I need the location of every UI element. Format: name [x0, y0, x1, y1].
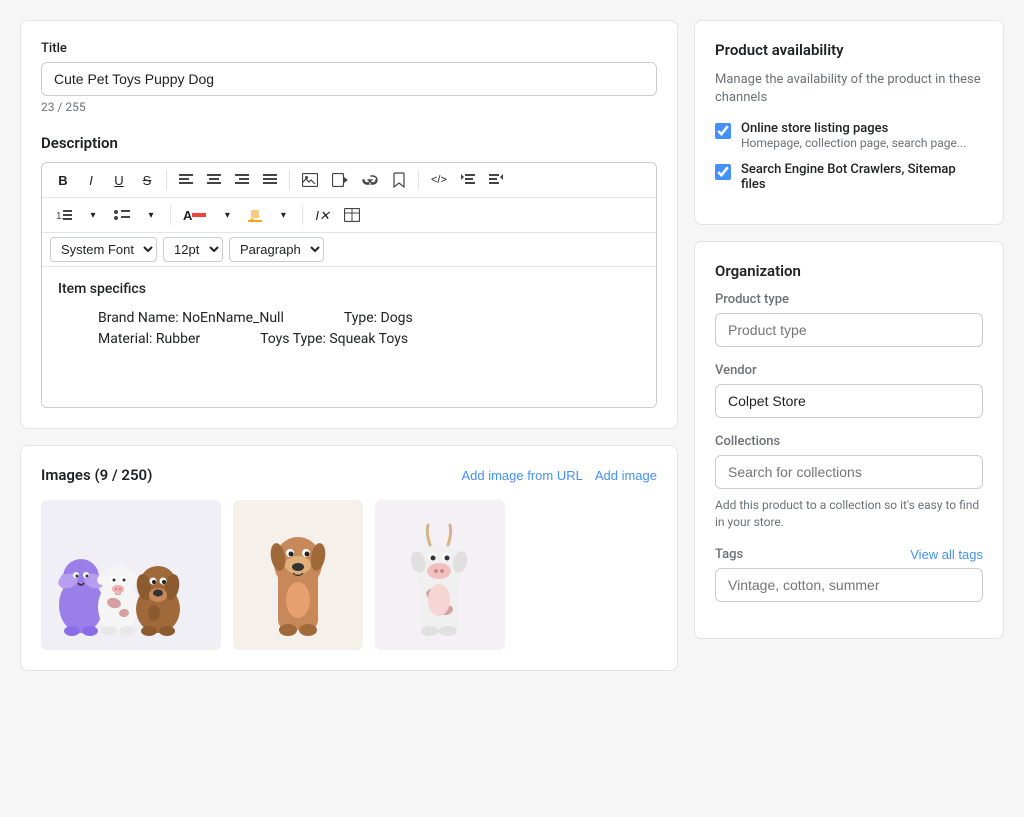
title-input[interactable]: [41, 62, 657, 96]
collections-label: Collections: [715, 434, 983, 449]
search-engine-label-group: Search Engine Bot Crawlers, Sitemap file…: [741, 162, 983, 192]
toolbar-divider-1: [166, 170, 167, 190]
images-header: Images (9 / 250) Add image from URL Add …: [41, 466, 657, 484]
strikethrough-button[interactable]: S: [134, 167, 160, 193]
online-store-label-group: Online store listing pages Homepage, col…: [741, 121, 966, 150]
indent-right-button[interactable]: [483, 167, 509, 193]
description-label: Description: [41, 134, 657, 152]
bold-button[interactable]: B: [50, 167, 76, 193]
vendor-input[interactable]: [715, 384, 983, 418]
highlight-chevron[interactable]: ▾: [270, 202, 296, 228]
spec-table: Brand Name: NoEnName_Null Type: Dogs Mat…: [98, 308, 640, 350]
image-button[interactable]: [296, 167, 324, 193]
online-store-checkbox[interactable]: [715, 123, 731, 139]
toolbar-divider-3: [418, 170, 419, 190]
highlight-button[interactable]: [242, 202, 268, 228]
availability-title: Product availability: [715, 41, 983, 59]
images-card: Images (9 / 250) Add image from URL Add …: [20, 445, 678, 671]
tags-label: Tags: [715, 547, 743, 562]
type-value: Type: Dogs: [344, 308, 413, 329]
italic-button[interactable]: I: [78, 167, 104, 193]
item-specifics-title: Item specifics: [58, 279, 640, 300]
align-justify-button[interactable]: [257, 167, 283, 193]
underline-button[interactable]: U: [106, 167, 132, 193]
font-family-select[interactable]: System Font: [50, 237, 157, 262]
indent-left-button[interactable]: [455, 167, 481, 193]
search-engine-checkbox[interactable]: [715, 164, 731, 180]
image-item-2[interactable]: [233, 500, 363, 650]
paragraph-select[interactable]: Paragraph: [229, 237, 324, 262]
toys-type-value: Toys Type: Squeak Toys: [260, 329, 408, 350]
description-editor: B I U S: [41, 162, 657, 408]
availability-card: Product availability Manage the availabi…: [694, 20, 1004, 225]
add-image-button[interactable]: Add image: [595, 468, 657, 483]
ordered-list-button[interactable]: 1.: [50, 202, 78, 228]
toolbar-row-1: B I U S: [42, 163, 656, 198]
availability-description: Manage the availability of the product i…: [715, 71, 983, 107]
search-engine-label: Search Engine Bot Crawlers, Sitemap file…: [741, 162, 983, 192]
align-left-button[interactable]: [173, 167, 199, 193]
collections-search-input[interactable]: [715, 455, 983, 489]
collections-field: Collections Add this product to a collec…: [715, 434, 983, 531]
clear-format-button[interactable]: I✕: [309, 202, 336, 228]
toy-dog-svg: [238, 505, 358, 645]
images-section-title: Images (9 / 250): [41, 466, 152, 484]
images-actions: Add image from URL Add image: [461, 468, 657, 483]
tags-header: Tags View all tags: [715, 547, 983, 562]
editor-content[interactable]: Item specifics Brand Name: NoEnName_Null…: [42, 267, 656, 407]
unordered-list-button[interactable]: [108, 202, 136, 228]
vendor-label: Vendor: [715, 363, 983, 378]
font-color-button[interactable]: A: [177, 202, 212, 228]
spec-row-2: Material: Rubber Toys Type: Squeak Toys: [98, 329, 640, 350]
organization-title: Organization: [715, 262, 983, 280]
toolbar-select-row: System Font 12pt Paragraph: [42, 233, 656, 267]
add-from-url-button[interactable]: Add image from URL: [461, 468, 582, 483]
toolbar-divider-4: [170, 205, 171, 225]
toy-cow-svg: [380, 505, 500, 645]
link-button[interactable]: [356, 167, 384, 193]
brand-name: Brand Name: NoEnName_Null: [98, 308, 284, 329]
collections-description: Add this product to a collection so it's…: [715, 497, 983, 531]
bookmark-button[interactable]: [386, 167, 412, 193]
toy-group-svg-1: [46, 505, 216, 645]
vendor-field: Vendor: [715, 363, 983, 418]
organization-card: Organization Product type Vendor Collect…: [694, 241, 1004, 639]
tags-input[interactable]: [715, 568, 983, 602]
image-item-1[interactable]: [41, 500, 221, 650]
images-grid: [41, 500, 657, 650]
toolbar-divider-5: [302, 205, 303, 225]
title-card: Title 23 / 255 Description B I U S: [20, 20, 678, 429]
image-item-3[interactable]: [375, 500, 505, 650]
unordered-list-chevron[interactable]: ▾: [138, 202, 164, 228]
toolbar-divider-2: [289, 170, 290, 190]
product-type-input[interactable]: [715, 313, 983, 347]
product-type-field: Product type: [715, 292, 983, 347]
toolbar-row-2: 1. ▾ ▾ A ▾: [42, 198, 656, 233]
font-size-select[interactable]: 12pt: [163, 237, 223, 262]
online-store-label: Online store listing pages: [741, 121, 966, 136]
product-type-label: Product type: [715, 292, 983, 307]
channel-online-store: Online store listing pages Homepage, col…: [715, 121, 983, 150]
align-right-button[interactable]: [229, 167, 255, 193]
code-button[interactable]: </>: [425, 167, 453, 193]
table-button[interactable]: [338, 202, 366, 228]
online-store-sublabel: Homepage, collection page, search page..…: [741, 136, 966, 150]
ordered-list-chevron[interactable]: ▾: [80, 202, 106, 228]
material-value: Material: Rubber: [98, 329, 200, 350]
channel-search-engine: Search Engine Bot Crawlers, Sitemap file…: [715, 162, 983, 192]
video-button[interactable]: [326, 167, 354, 193]
spec-row-1: Brand Name: NoEnName_Null Type: Dogs: [98, 308, 640, 329]
view-all-tags-button[interactable]: View all tags: [910, 547, 983, 562]
tags-field: Tags View all tags: [715, 547, 983, 602]
char-count: 23 / 255: [41, 100, 657, 114]
align-center-button[interactable]: [201, 167, 227, 193]
title-label: Title: [41, 41, 657, 56]
font-color-chevron[interactable]: ▾: [214, 202, 240, 228]
